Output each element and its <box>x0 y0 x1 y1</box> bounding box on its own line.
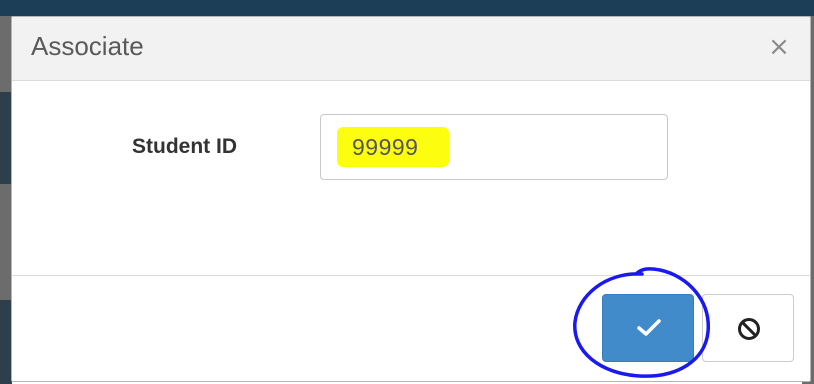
associate-dialog: Associate × Student ID 99999 <box>11 16 811 382</box>
dialog-body: Student ID 99999 <box>12 81 810 275</box>
confirm-button[interactable] <box>602 294 694 362</box>
backdrop-topbar <box>0 0 814 16</box>
check-icon <box>637 319 661 336</box>
close-button[interactable]: × <box>762 30 796 64</box>
cancel-button[interactable] <box>702 294 794 362</box>
student-id-label: Student ID <box>132 135 237 158</box>
dialog-footer <box>12 275 810 383</box>
dialog-title: Associate <box>31 31 144 61</box>
ban-icon <box>738 318 760 340</box>
student-id-input[interactable]: 99999 <box>320 114 668 180</box>
student-id-value: 99999 <box>352 134 419 160</box>
dialog-header: Associate × <box>12 17 810 81</box>
